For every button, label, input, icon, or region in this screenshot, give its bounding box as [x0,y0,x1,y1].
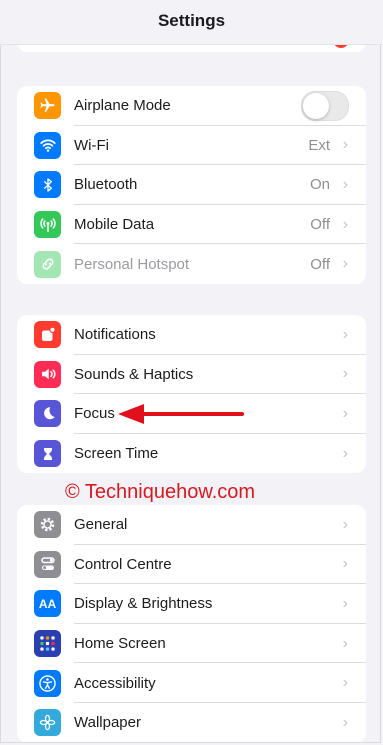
row-label: Mobile Data [74,216,155,234]
hourglass-icon [34,440,61,468]
wifi-icon [34,131,61,159]
settings-row-personal-hotspot[interactable]: Personal Hotspot Off › [17,244,366,284]
settings-row-control-centre[interactable]: Control Centre › [17,545,366,585]
settings-row-screen-time[interactable]: Screen Time › [17,434,366,474]
chevron-right-icon: › [342,255,348,273]
chevron-right-icon: › [342,444,348,462]
attention-group: Notifications › Sounds & Haptics › Focus… [17,315,366,474]
settings-row-wallpaper[interactable]: Wallpaper › [17,703,366,743]
bell-icon [34,321,61,349]
antenna-icon [34,211,61,239]
row-label: General [74,516,128,534]
connectivity-group: Airplane Mode Wi-Fi Ext › Bluetooth On ›… [17,86,366,284]
row-label: Wallpaper [74,714,141,732]
row-value: Ext [308,136,330,154]
row-label: Notifications [74,326,156,344]
annotation-arrow [118,404,244,424]
speaker-icon [34,360,61,388]
chevron-right-icon: › [342,515,348,533]
row-value: Off [310,216,330,234]
nav-bar: Settings [0,0,383,45]
settings-row-bluetooth[interactable]: Bluetooth On › [17,165,366,205]
chevron-right-icon: › [342,325,348,343]
accessibility-icon [34,669,61,697]
settings-row-display-brightness[interactable]: AA Display & Brightness › [17,584,366,624]
chevron-right-icon: › [342,215,348,233]
chevron-right-icon: › [342,713,348,731]
hotspot-icon [34,250,61,278]
system-group: General › Control Centre › AA Display & … [17,505,366,743]
row-label: Airplane Mode [74,97,171,115]
bluetooth-icon [34,171,61,199]
row-label: Personal Hotspot [74,255,190,273]
chevron-right-icon: › [342,175,348,193]
row-label: Home Screen [74,635,166,653]
moon-icon [34,400,61,428]
settings-row-general[interactable]: General › [17,505,366,545]
chevron-right-icon: › [342,634,348,652]
row-value: Off [310,255,330,273]
row-label: Screen Time [74,445,159,463]
chevron-right-icon: › [342,594,348,612]
chevron-right-icon: › [342,674,348,692]
row-label: Sounds & Haptics [74,365,194,383]
row-value: On [309,176,330,194]
toggle-knob [303,92,329,119]
settings-row-wifi[interactable]: Wi-Fi Ext › [17,126,366,166]
grid-icon [34,630,61,658]
settings-row-notifications[interactable]: Notifications › [17,315,366,355]
flower-icon [34,709,61,737]
row-label: Accessibility [74,674,156,692]
watermark: © Techniquehow.com [65,481,256,503]
chevron-right-icon: › [342,365,348,383]
row-label: Display & Brightness [74,595,213,613]
settings-row-airplane-mode[interactable]: Airplane Mode [17,86,366,126]
row-label: Focus [74,405,115,423]
switches-icon [34,550,61,578]
page-title: Settings [157,11,226,30]
airplane-icon [34,92,61,120]
settings-row-sounds-haptics[interactable]: Sounds & Haptics › [17,355,366,395]
chevron-right-icon: › [342,555,348,573]
chevron-right-icon: › [342,136,348,154]
display-icon: AA [34,590,61,618]
row-label: Wi-Fi [74,136,109,154]
settings-row-accessibility[interactable]: Accessibility › [17,663,366,703]
gear-icon [34,511,61,539]
airplane-mode-toggle[interactable] [301,90,349,121]
settings-row-mobile-data[interactable]: Mobile Data Off › [17,205,366,245]
chevron-right-icon: › [342,404,348,422]
row-label: Bluetooth [74,176,138,194]
row-label: Control Centre [74,555,172,573]
settings-row-home-screen[interactable]: Home Screen › [17,624,366,664]
